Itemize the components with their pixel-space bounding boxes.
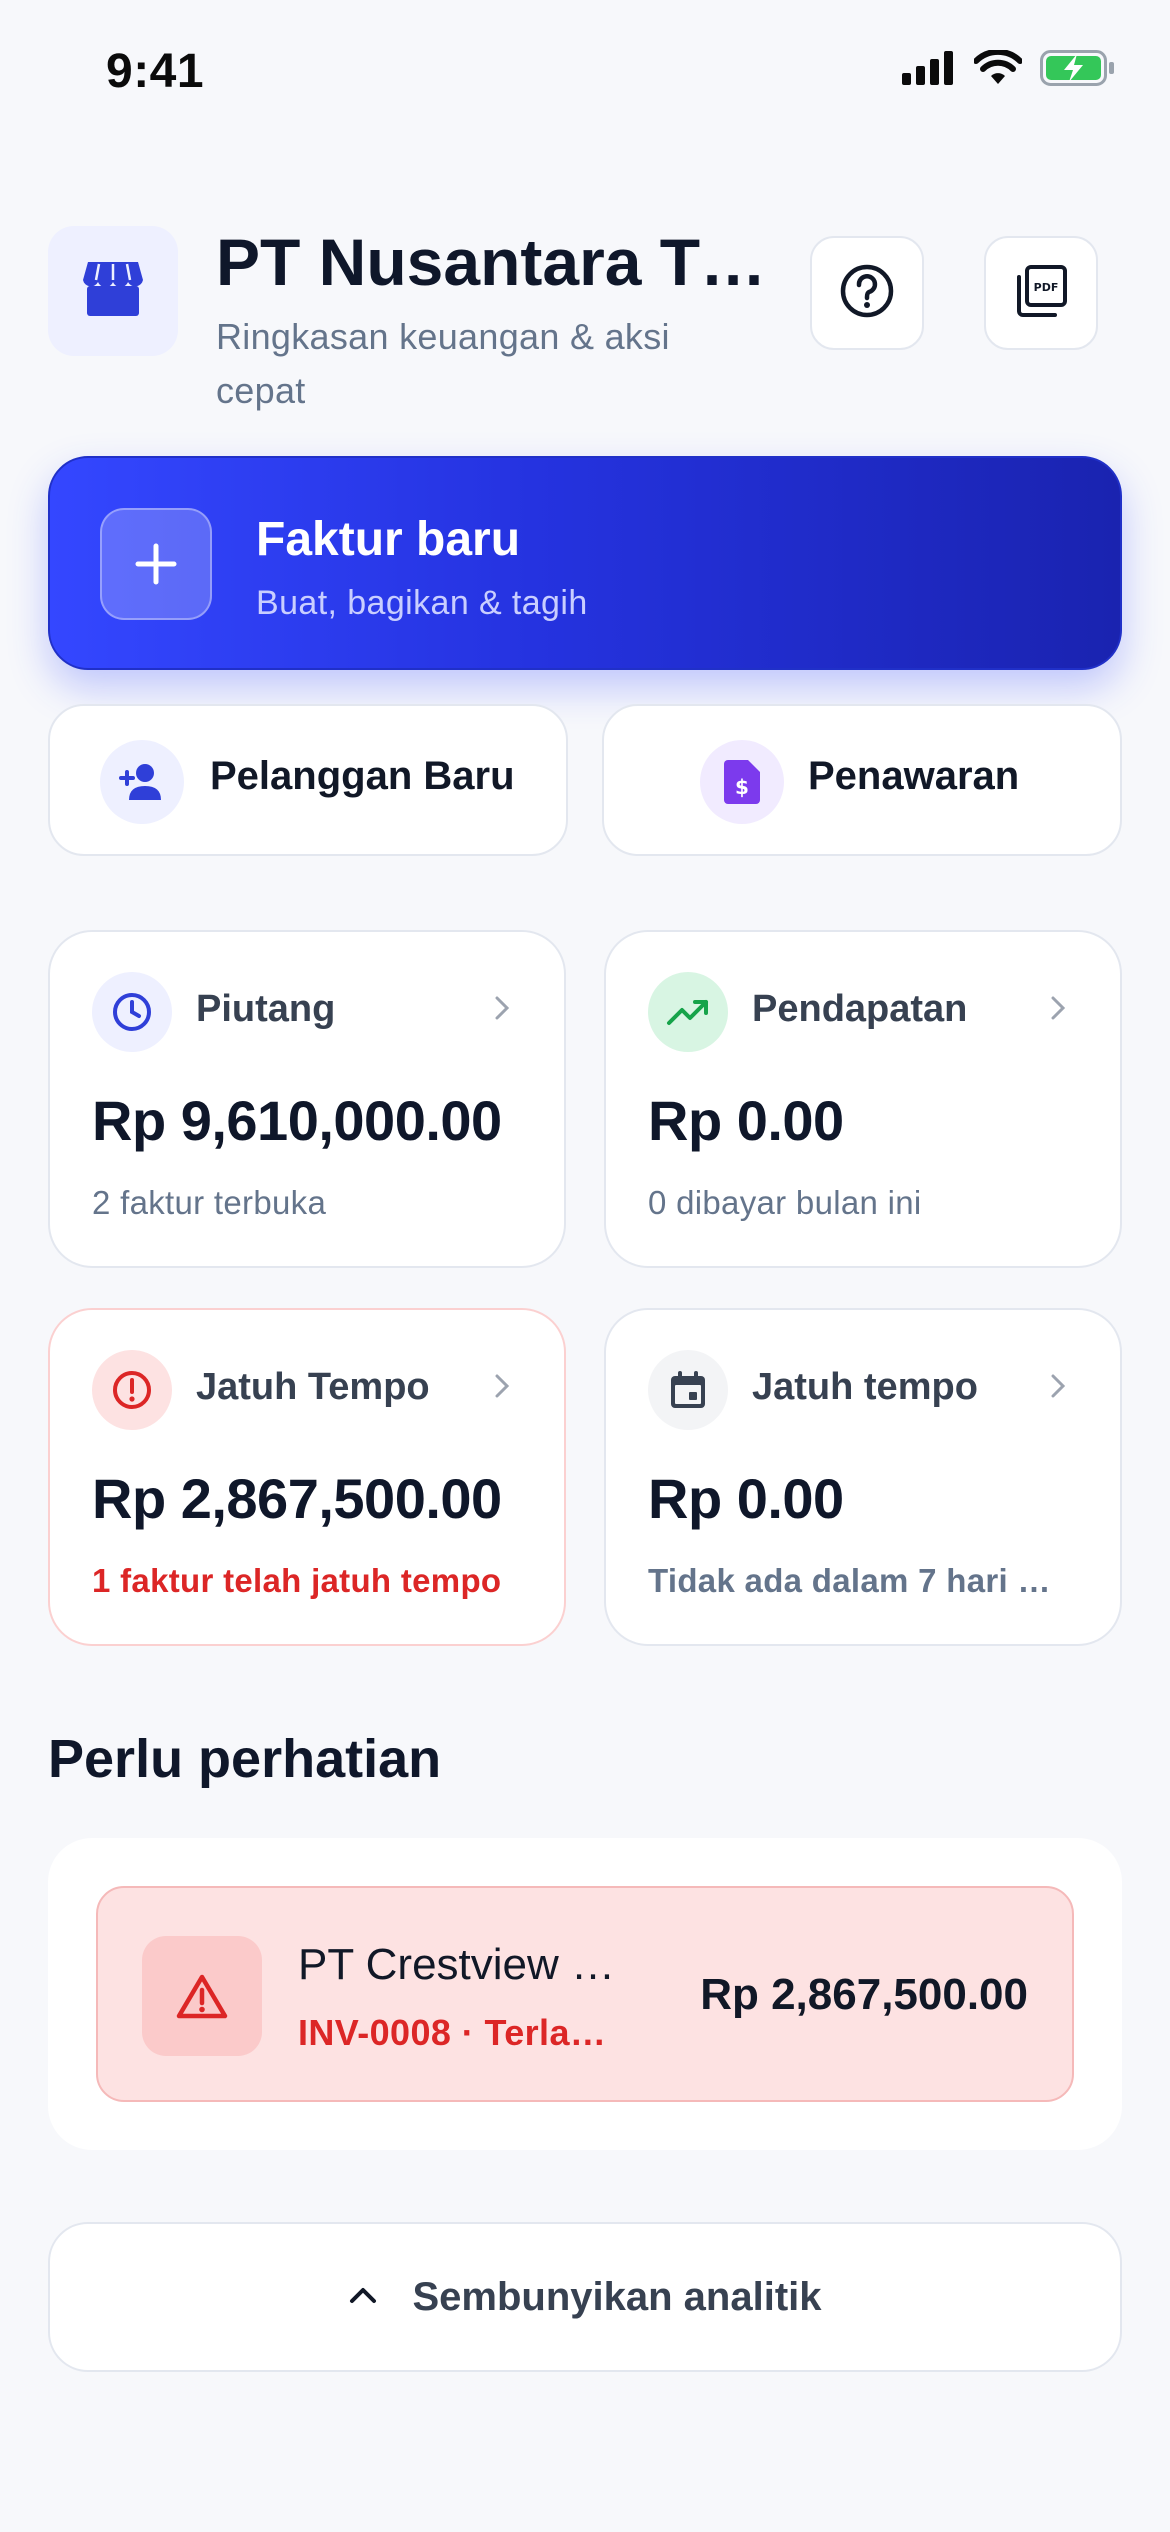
chevron-right-icon (1042, 1370, 1074, 1402)
dashboard-screen: 9:41 PT Nusantara T… Ringkasan keuangan … (0, 0, 1170, 2532)
new-customer-button[interactable]: Pelanggan Baru (48, 704, 568, 856)
receivables-card[interactable]: Piutang Rp 9,610,000.00 2 faktur terbuka (48, 930, 566, 1268)
revenue-card[interactable]: Pendapatan Rp 0.00 0 dibayar bulan ini (604, 930, 1122, 1268)
pdf-export-button[interactable]: PDF (984, 236, 1098, 350)
overdue-value: Rp 2,867,500.00 (92, 1467, 502, 1530)
clock-icon (92, 972, 172, 1052)
attention-item[interactable]: PT Crestview … INV-0008 · Terla… Rp 2,86… (96, 1886, 1074, 2102)
new-invoice-subtitle: Buat, bagikan & tagih (256, 584, 588, 622)
status-bar: 9:41 (0, 0, 1170, 150)
upcoming-due-note: Tidak ada dalam 7 hari … (648, 1562, 1051, 1599)
overdue-label: Jatuh Tempo (196, 1366, 430, 1408)
battery-charging-icon (1040, 50, 1116, 91)
header: PT Nusantara T… Ringkasan keuangan & aks… (48, 226, 1122, 411)
revenue-label: Pendapatan (752, 988, 968, 1030)
help-button[interactable] (810, 236, 924, 350)
new-invoice-title: Faktur baru (256, 513, 521, 566)
hide-analytics-label: Sembunyikan analitik (412, 2274, 822, 2319)
help-icon (839, 263, 895, 324)
new-invoice-button[interactable]: Faktur baru Buat, bagikan & tagih (48, 456, 1122, 670)
status-icons (902, 48, 1116, 91)
upcoming-due-label: Jatuh tempo (752, 1366, 978, 1408)
upcoming-due-card[interactable]: Jatuh tempo Rp 0.00 Tidak ada dalam 7 ha… (604, 1308, 1122, 1646)
quotation-label: Penawaran (808, 754, 1020, 798)
revenue-value: Rp 0.00 (648, 1089, 844, 1152)
svg-text:$: $ (735, 775, 749, 799)
wifi-icon (973, 48, 1023, 91)
revenue-note: 0 dibayar bulan ini (648, 1184, 922, 1221)
hide-analytics-button[interactable]: Sembunyikan analitik (48, 2222, 1122, 2372)
status-time: 9:41 (106, 45, 205, 98)
page-title: PT Nusantara T… (216, 226, 767, 299)
overdue-card[interactable]: Jatuh Tempo Rp 2,867,500.00 1 faktur tel… (48, 1308, 566, 1646)
trending-up-icon (648, 972, 728, 1052)
overdue-note: 1 faktur telah jatuh tempo (92, 1562, 502, 1599)
store-badge (48, 226, 178, 356)
receivables-label: Piutang (196, 988, 336, 1030)
attention-invoice-status: INV-0008 · Terla… (298, 2012, 607, 2053)
cellular-signal-icon (902, 51, 956, 90)
receivables-note: 2 faktur terbuka (92, 1184, 327, 1221)
attention-list: PT Crestview … INV-0008 · Terla… Rp 2,86… (48, 1838, 1122, 2150)
chevron-up-icon (348, 2285, 378, 2310)
chevron-right-icon (486, 1370, 518, 1402)
alert-circle-icon (92, 1350, 172, 1430)
quotation-button[interactable]: $ Penawaran (602, 704, 1122, 856)
plus-icon (100, 508, 212, 620)
page-subtitle: Ringkasan keuangan & aksi cepat (216, 316, 670, 411)
chevron-right-icon (1042, 992, 1074, 1024)
store-icon (82, 260, 144, 323)
add-person-icon (100, 740, 184, 824)
upcoming-due-value: Rp 0.00 (648, 1467, 844, 1530)
warning-triangle-icon (142, 1936, 262, 2056)
attention-amount: Rp 2,867,500.00 (700, 1970, 1028, 2019)
receivables-value: Rp 9,610,000.00 (92, 1089, 502, 1152)
chevron-right-icon (486, 992, 518, 1024)
pdf-icon: PDF (1013, 263, 1069, 324)
attention-customer-name: PT Crestview … (298, 1940, 616, 1989)
quote-document-icon: $ (700, 740, 784, 824)
svg-text:PDF: PDF (1034, 281, 1059, 294)
calendar-icon (648, 1350, 728, 1430)
new-customer-label: Pelanggan Baru (210, 754, 515, 798)
attention-section-title: Perlu perhatian (48, 1729, 442, 1789)
